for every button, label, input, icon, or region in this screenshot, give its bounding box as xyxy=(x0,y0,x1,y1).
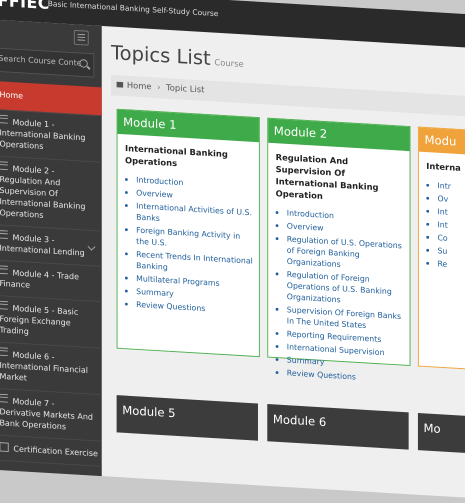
topic-list: Intr Ov Int Int Co Su Re xyxy=(419,179,465,277)
sidebar-item-label: Module 1 - International Banking Operati… xyxy=(0,118,86,152)
list-icon xyxy=(0,393,8,403)
module-card-title: Regulation And Supervision Of Internatio… xyxy=(275,153,379,202)
topic-link[interactable]: Regulation of Foreign Operations of U.S.… xyxy=(287,268,404,308)
sidebar-item-certification[interactable]: Certification Exercise xyxy=(0,435,102,467)
module-card-header[interactable]: Mo xyxy=(417,412,465,459)
sidebar-item-label: Certification Exercise xyxy=(13,444,98,460)
topic-list: Introduction Overview International Acti… xyxy=(118,173,259,317)
module-card: Module 2 Regulation And Supervision Of I… xyxy=(267,117,411,381)
search-icon[interactable] xyxy=(79,59,88,68)
sidebar-item-module-6[interactable]: Module 6 - International Financial Marke… xyxy=(0,342,102,396)
sidebar-item-label: Module 4 - Trade Finance xyxy=(0,269,79,291)
module-card: Modu Interna Intr Ov Int Int Co Su Re xyxy=(417,126,465,375)
search-input[interactable] xyxy=(0,48,85,75)
hamburger-menu-icon[interactable] xyxy=(73,29,89,46)
list-icon xyxy=(0,300,8,310)
list-icon xyxy=(0,161,8,171)
topic-link[interactable]: Regulation of U.S. Operations of Foreign… xyxy=(287,233,404,273)
sidebar-item-module-4[interactable]: Module 4 - Trade Finance xyxy=(0,260,102,303)
course-subtitle: Basic International Banking Self-Study C… xyxy=(47,0,219,18)
home-icon xyxy=(116,81,124,88)
sidebar-item-label: Module 2 - Regulation And Supervision Of… xyxy=(0,164,86,221)
module-card-title: International Banking Operations xyxy=(124,144,228,169)
breadcrumb-current: Topic List xyxy=(166,83,205,96)
module-card-header[interactable]: Module 6 xyxy=(267,404,409,450)
sidebar-item-label: Module 3 - International Lending xyxy=(0,233,85,259)
certificate-icon xyxy=(0,442,9,452)
sidebar: Home Module 1 - International Banking Op… xyxy=(0,19,102,477)
module-card: Module 1 International Banking Operation… xyxy=(116,108,260,358)
list-icon xyxy=(0,265,8,275)
sidebar-item-module-1[interactable]: Module 1 - International Banking Operati… xyxy=(0,109,102,163)
sidebar-item-module-2[interactable]: Module 2 - Regulation And Supervision Of… xyxy=(0,156,102,232)
breadcrumb-home[interactable]: Home xyxy=(127,81,152,92)
breadcrumb-separator: › xyxy=(157,83,161,93)
page-title-text: Topics List xyxy=(111,41,211,70)
app-window: FFIEC Basic International Banking Self-S… xyxy=(0,0,465,501)
topic-list: Introduction Overview Regulation of U.S.… xyxy=(268,206,409,385)
chevron-down-icon[interactable] xyxy=(87,242,96,251)
page-subtitle: Course xyxy=(214,58,244,70)
search-box xyxy=(0,47,95,78)
sidebar-item-label: Module 6 - International Financial Marke… xyxy=(0,350,88,384)
sidebar-item-label: Home xyxy=(0,90,24,102)
sidebar-item-label: Module 5 - Basic Foreign Exchange Tradin… xyxy=(0,304,79,337)
list-icon xyxy=(0,230,8,239)
page-title: Topics List Course xyxy=(111,41,244,71)
topic-link[interactable]: Re xyxy=(437,258,465,276)
module-card-header[interactable]: Module 5 xyxy=(116,395,258,441)
sidebar-item-label: Module 7 - Derivative Markets And Bank O… xyxy=(0,397,93,433)
sidebar-item-module-5[interactable]: Module 5 - Basic Foreign Exchange Tradin… xyxy=(0,295,102,349)
list-icon xyxy=(0,114,8,124)
sidebar-item-module-7[interactable]: Module 7 - Derivative Markets And Bank O… xyxy=(0,388,102,442)
sidebar-nav: Home Module 1 - International Banking Op… xyxy=(0,80,102,467)
sidebar-item-module-3[interactable]: Module 3 - International Lending xyxy=(0,225,102,267)
list-icon xyxy=(0,347,8,357)
brand-logo[interactable]: FFIEC xyxy=(0,0,50,14)
